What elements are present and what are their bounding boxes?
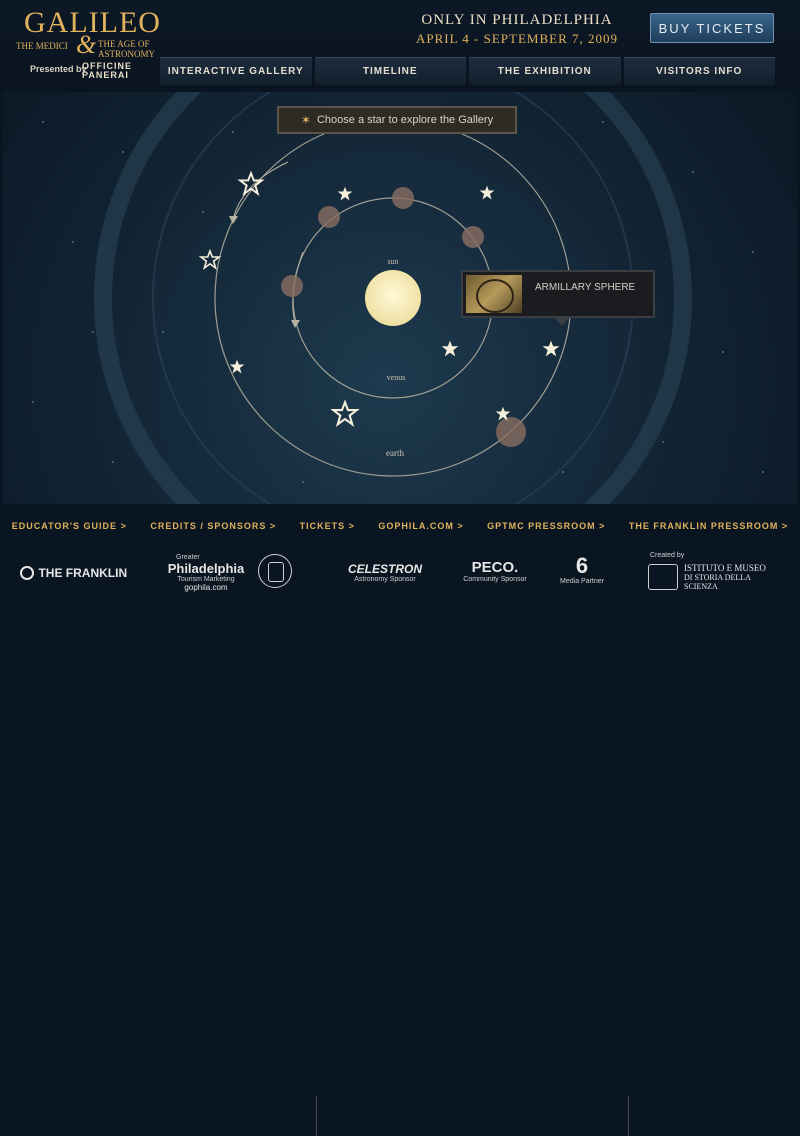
gallery-star[interactable] [479,185,495,200]
logo-line2: THE AGE OF ASTRONOMY [98,39,155,59]
promo-location: ONLY IN PHILADELPHIA [421,12,613,28]
gallery-star[interactable] [229,359,245,374]
galileo-logo[interactable]: GALILEO THE MEDICI & THE AGE OF ASTRONOM… [14,6,164,59]
main-nav: INTERACTIVE GALLERY TIMELINE THE EXHIBIT… [157,57,775,85]
footer-link-gophila[interactable]: GOPHILA.COM > [378,521,463,531]
sponsor-logos: THE FRANKLIN Greater Philadelphia Touris… [0,544,800,1136]
gallery-star[interactable] [330,399,360,428]
footer-divider [316,1096,317,1136]
armillary-sphere-thumbnail [466,275,522,313]
gophila-logo[interactable]: Greater Philadelphia Tourism Marketing g… [162,554,250,592]
istituto-logo[interactable]: Created by ISTITUTO E MUSEO DI STORIA DE… [646,552,786,591]
media-partner-caption: Media Partner [560,578,604,585]
celestron-caption: Astronomy Sponsor [354,576,416,583]
panerai-line2: PANERAI [82,70,129,80]
sun-label: sun [387,257,398,266]
prompt-text: Choose a star to explore the Gallery [316,114,494,126]
planet[interactable] [392,187,414,209]
choose-star-prompt: ✶ Choose a star to explore the Gallery [277,106,517,134]
nav-tab-timeline[interactable]: TIMELINE [314,57,466,85]
peco-logo[interactable]: PECO. Community Sponsor [450,559,540,583]
gophila-sub: Tourism Marketing [177,576,235,583]
gallery-star[interactable] [198,248,222,271]
gallery-item-tooltip[interactable]: ARMILLARY SPHERE [461,270,655,326]
logo-line1: THE MEDICI [16,41,68,51]
gophila-url: gophila.com [184,583,228,592]
buy-tickets-button[interactable]: BUY TICKETS [650,13,774,43]
celestron-logo[interactable]: CELESTRON Astronomy Sponsor [330,562,440,583]
nav-tab-interactive-gallery[interactable]: INTERACTIVE GALLERY [160,57,312,85]
planet[interactable] [496,417,526,447]
planet[interactable] [281,275,303,297]
orbit-arrow-outer [232,161,289,221]
seal-icon[interactable] [258,554,292,588]
footer-divider [628,1096,629,1136]
istituto-line1: ISTITUTO E MUSEO [684,563,766,573]
logo-ampersand: & [76,30,97,59]
franklin-icon [20,565,34,580]
earth-label: earth [386,448,404,458]
footer-link-gptmc-pressroom[interactable]: GPTMC PRESSROOM > [487,521,605,531]
logo-line2a: THE AGE OF [98,39,150,49]
footer-link-franklin-pressroom[interactable]: THE FRANKLIN PRESSROOM > [629,521,788,531]
gallery-star[interactable] [337,186,353,201]
franklin-logo[interactable]: THE FRANKLIN [20,564,130,582]
promo-text: ONLY IN PHILADELPHIA APRIL 4 - SEPTEMBER… [412,12,622,47]
istituto-crest-icon [648,564,678,590]
gallery-star[interactable] [542,340,560,357]
tooltip-label: ARMILLARY SPHERE [535,282,636,293]
media-partner-name: 6 [575,553,589,578]
tooltip-pointer [555,318,569,326]
logo-line2b: ASTRONOMY [98,49,156,59]
footer-link-credits-sponsors[interactable]: CREDITS / SPONSORS > [150,521,276,531]
celestron-name: CELESTRON [347,562,422,576]
gophila-top: Greater [176,554,200,561]
planet[interactable] [462,226,484,248]
footer-link-tickets[interactable]: TICKETS > [300,521,355,531]
franklin-name: THE FRANKLIN [38,565,128,580]
istituto-created: Created by [650,552,685,559]
istituto-line2: DI STORIA DELLA SCIENZA [684,573,751,591]
peco-name: PECO. [471,559,519,576]
site-header: GALILEO THE MEDICI & THE AGE OF ASTRONOM… [0,0,800,88]
nav-tab-the-exhibition[interactable]: THE EXHIBITION [469,57,621,85]
orbit-arrow-outer-head [229,216,238,224]
footer-link-educators-guide[interactable]: EDUCATOR'S GUIDE > [12,521,127,531]
footer-links: EDUCATOR'S GUIDE > CREDITS / SPONSORS > … [0,514,800,538]
gallery-star[interactable] [441,340,459,357]
gallery-orrery: sun venus earth [32,92,764,504]
orbit-arrow-inner-head [291,320,300,328]
peco-caption: Community Sponsor [463,576,527,583]
nav-tab-visitors-info[interactable]: VISITORS INFO [623,57,775,85]
panerai-logo[interactable]: OFFICINE PANERAI [82,62,132,80]
sun [365,270,421,326]
media-partner-logo[interactable]: 6 Media Partner [552,553,612,586]
star-icon: ✶ [300,113,311,127]
gophila-name: Philadelphia [167,561,245,576]
presented-by-label: Presented by [30,64,87,74]
interactive-gallery-stage: sun venus earth ✶ Choose a star to explo… [3,92,797,504]
planet[interactable] [318,206,340,228]
venus-label: venus [387,373,406,382]
promo-dates: APRIL 4 - SEPTEMBER 7, 2009 [415,31,619,46]
